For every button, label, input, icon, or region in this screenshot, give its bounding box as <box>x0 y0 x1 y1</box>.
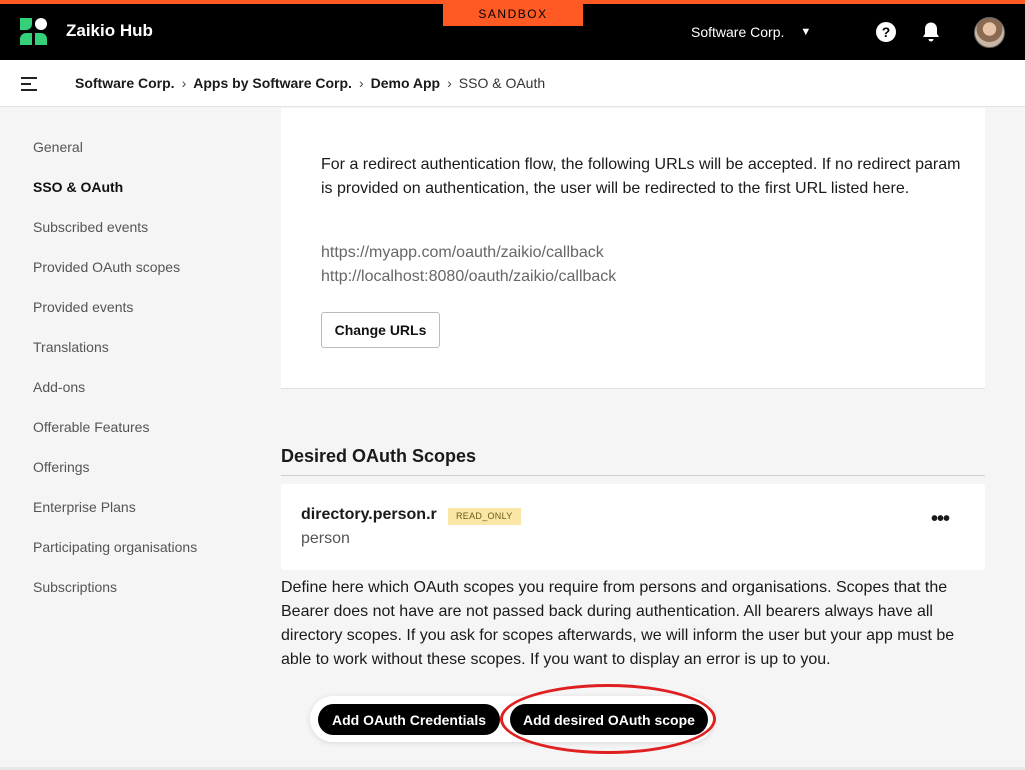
top-navigation-bar: Zaikio Hub SANDBOX Software Corp. ▼ ? <box>0 0 1025 60</box>
breadcrumb-separator: › <box>181 75 187 91</box>
sidebar-item-subscribed-events[interactable]: Subscribed events <box>33 218 197 258</box>
redirect-url: http://localhost:8080/oauth/zaikio/callb… <box>321 268 617 285</box>
scopes-help-text: Define here which OAuth scopes you requi… <box>281 579 955 668</box>
sidebar-item-provided-events[interactable]: Provided events <box>33 298 197 338</box>
notification-bell-icon[interactable] <box>921 21 941 43</box>
change-urls-button[interactable]: Change URLs <box>321 312 440 348</box>
read-only-badge: READ_ONLY <box>448 508 521 525</box>
organization-name: Software Corp. <box>691 24 785 40</box>
breadcrumb-item[interactable]: Apps by Software Corp. <box>193 75 352 91</box>
sidebar-item-subscriptions[interactable]: Subscriptions <box>33 578 197 618</box>
help-icon[interactable]: ? <box>876 22 896 42</box>
section-title: Desired OAuth Scopes <box>281 446 477 466</box>
redirect-url-list: https://myapp.com/oauth/zaikio/callback … <box>321 241 616 289</box>
action-bar: Add OAuth Credentials Add desired OAuth … <box>310 696 714 742</box>
sidebar-item-add-ons[interactable]: Add-ons <box>33 378 197 418</box>
sandbox-badge: SANDBOX <box>443 4 583 26</box>
scope-card: directory.person.r READ_ONLY person ••• <box>281 484 985 570</box>
settings-sidebar: General SSO & OAuth Subscribed events Pr… <box>33 138 197 618</box>
sidebar-item-enterprise-plans[interactable]: Enterprise Plans <box>33 498 197 538</box>
scope-subtitle: person <box>301 530 350 547</box>
organization-selector[interactable]: Software Corp. ▼ <box>691 24 811 40</box>
breadcrumb-separator: › <box>358 75 364 91</box>
redirect-url: https://myapp.com/oauth/zaikio/callback <box>321 244 604 261</box>
sidebar-item-offerable-features[interactable]: Offerable Features <box>33 418 197 458</box>
zaikio-logo-icon[interactable] <box>20 18 47 45</box>
breadcrumb-current: SSO & OAuth <box>458 75 546 91</box>
sidebar-item-general[interactable]: General <box>33 138 197 178</box>
breadcrumb-bar: Software Corp. › Apps by Software Corp. … <box>0 60 1025 107</box>
redirect-urls-card: For a redirect authentication flow, the … <box>281 108 985 389</box>
scope-name: directory.person.r <box>301 506 437 523</box>
add-desired-oauth-scope-button[interactable]: Add desired OAuth scope <box>510 704 708 735</box>
divider <box>281 475 985 476</box>
add-oauth-credentials-button[interactable]: Add OAuth Credentials <box>318 704 500 735</box>
redirect-description: For a redirect authentication flow, the … <box>321 156 961 197</box>
sidebar-item-translations[interactable]: Translations <box>33 338 197 378</box>
more-options-icon[interactable]: ••• <box>931 509 951 530</box>
sidebar-item-provided-oauth-scopes[interactable]: Provided OAuth scopes <box>33 258 197 298</box>
chevron-down-icon: ▼ <box>800 26 812 38</box>
menu-icon[interactable] <box>21 77 37 91</box>
breadcrumb-item[interactable]: Demo App <box>371 75 440 91</box>
sidebar-item-offerings[interactable]: Offerings <box>33 458 197 498</box>
user-avatar[interactable] <box>974 17 1005 48</box>
sidebar-item-sso-oauth[interactable]: SSO & OAuth <box>33 178 197 218</box>
breadcrumb-item[interactable]: Software Corp. <box>75 75 175 91</box>
sidebar-item-participating-organisations[interactable]: Participating organisations <box>33 538 197 578</box>
breadcrumb: Software Corp. › Apps by Software Corp. … <box>75 75 545 91</box>
app-name[interactable]: Zaikio Hub <box>66 21 153 41</box>
breadcrumb-separator: › <box>447 75 452 91</box>
